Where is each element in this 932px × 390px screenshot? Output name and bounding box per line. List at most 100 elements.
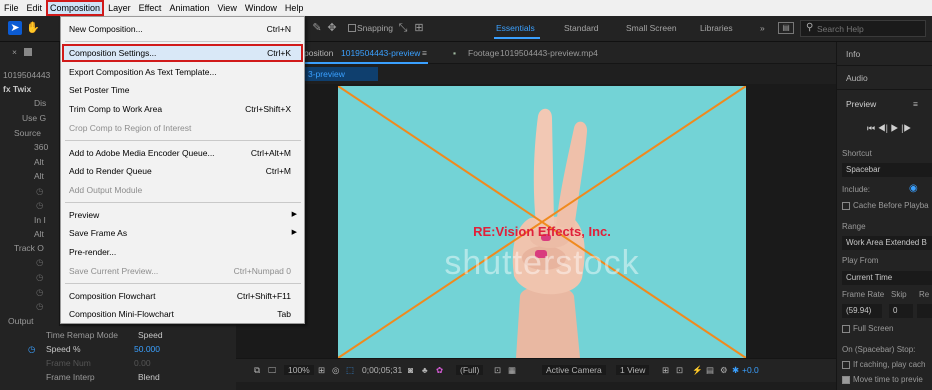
puppet-tool-icon[interactable]: ✥ [325,21,339,35]
cache-before-playback-checkbox[interactable]: Cache Before Playba [842,201,929,210]
footage-tab-name[interactable]: 1019504443-preview.mp4 [500,48,598,58]
workspace-essentials[interactable]: Essentials [496,23,535,33]
3d-renderer-icon[interactable]: ⊡ [676,365,683,376]
panel-menu-icon[interactable]: ≡ [913,99,918,109]
selection-tool-icon[interactable]: ➤ [8,21,22,35]
grid-icon[interactable]: ⊞ [318,365,325,376]
menu-item-set-poster-time[interactable]: Set Poster Time [62,81,303,99]
comp-breadcrumb[interactable]: 3-preview [304,67,378,81]
snap-icon[interactable]: ⤡ [396,21,410,35]
menu-item-composition-flowchart[interactable]: Composition Flowchart Ctrl+Shift+F11 [62,287,303,305]
shortcut-dropdown[interactable]: Spacebar [842,163,932,177]
search-help-input[interactable] [817,22,923,35]
next-frame-icon[interactable]: |▶ [901,123,911,133]
menu-item-add-media-encoder[interactable]: Add to Adobe Media Encoder Queue... Ctrl+… [62,144,303,162]
keyframe-icon[interactable]: ◷ [28,342,35,356]
play-from-dropdown[interactable]: Current Time [842,271,932,285]
workspace-small-screen[interactable]: Small Screen [626,23,677,33]
flowchart-icon[interactable]: ⚙ [720,365,728,376]
menu-layer[interactable]: Layer [104,0,135,16]
play-icon[interactable]: ▶ [891,123,899,133]
range-dropdown[interactable]: Work Area Extended B [842,236,932,250]
menu-edit[interactable]: Edit [23,0,47,16]
workspace-libraries[interactable]: Libraries [700,23,733,33]
workspace-standard[interactable]: Standard [564,23,599,33]
show-snapshot-icon[interactable]: ♣ [422,365,428,375]
monitor-icon[interactable]: 🖵 [268,365,276,376]
move-time-checkbox[interactable]: Move time to previe [842,375,923,384]
comp-tab-label[interactable]: position [304,48,333,58]
resolution-dropdown[interactable]: (Full) [456,365,484,375]
timeline-icon[interactable]: ▤ [706,365,714,376]
info-label: Info [846,49,861,59]
mask-icon[interactable]: ◎ [332,365,339,376]
tab-menu-icon[interactable]: ≡ [422,48,427,58]
snap-options-icon[interactable]: ⊞ [412,21,426,35]
stopwatch-icon[interactable]: ◷ [36,185,43,198]
exposure-icon[interactable]: ✱ [732,365,739,376]
zoom-dropdown[interactable]: 100% [284,365,314,375]
panel-menu-icon[interactable] [24,48,32,56]
menu-item-preview[interactable]: Preview ▶ [62,206,303,224]
panel-close-icon[interactable]: × [12,46,17,59]
menu-animation[interactable]: Animation [165,0,213,16]
menu-file[interactable]: File [0,0,23,16]
exposure-value[interactable]: +0.0 [742,365,759,375]
roi-icon[interactable]: ⊡ [494,365,501,376]
menu-window[interactable]: Window [241,0,281,16]
resolution-dropdown-small[interactable] [917,304,932,318]
menu-item-trim-comp[interactable]: Trim Comp to Work Area Ctrl+Shift+X [62,100,303,118]
snapshot-icon[interactable]: ◙ [408,365,413,375]
stopwatch-icon[interactable]: ◷ [36,199,43,212]
transparency-grid-icon[interactable]: ▦ [508,365,516,376]
camera-dropdown[interactable]: Active Camera [542,365,606,375]
workspace-overflow[interactable]: » [760,23,765,33]
fast-preview-icon[interactable]: ⚡ [692,365,703,376]
stopwatch-icon[interactable]: ◷ [36,271,43,284]
prev-frame-icon[interactable]: ◀| [878,123,888,133]
region-icon[interactable]: ⬚ [346,365,354,376]
skip-dropdown[interactable]: 0 [889,304,913,318]
menu-item-add-render-queue[interactable]: Add to Render Queue Ctrl+M [62,162,303,180]
menu-item-composition-settings[interactable]: Composition Settings... Ctrl+K [62,44,303,62]
audio-panel-header[interactable]: Audio [837,66,932,90]
menu-item-new-composition[interactable]: New Composition... Ctrl+N [62,20,303,38]
footage-tab-label[interactable]: Footage [468,48,499,58]
stopwatch-icon[interactable]: ◷ [36,300,43,313]
prop-value-dropdown[interactable]: Blend [138,370,160,384]
menu-item-save-frame-as[interactable]: Save Frame As ▶ [62,224,303,242]
frame-rate-dropdown[interactable]: (59.94) [842,304,882,318]
comp-tab-name[interactable]: 1019504443-preview [341,48,420,58]
hand-tool-icon[interactable]: ✋ [26,21,40,35]
stopwatch-icon[interactable]: ◷ [36,286,43,299]
video-include-icon[interactable]: ◉ [909,183,918,194]
info-panel-header[interactable]: Info [837,42,932,66]
stopwatch-icon[interactable]: ◷ [36,256,43,269]
menu-help[interactable]: Help [281,0,308,16]
menu-item-pre-render[interactable]: Pre-render... [62,243,303,261]
toggle-pixel-icon[interactable]: ⊞ [662,365,669,376]
views-dropdown[interactable]: 1 View [616,365,650,375]
menu-effect[interactable]: Effect [135,0,166,16]
menu-view[interactable]: View [213,0,240,16]
param-group-source[interactable]: Source [14,127,41,140]
always-preview-icon[interactable]: ⧉ [254,365,260,376]
prop-value[interactable]: 50.000 [134,342,160,356]
full-screen-checkbox[interactable]: Full Screen [842,324,893,333]
effect-twixtor[interactable]: fx Twix [3,83,31,96]
menu-composition[interactable]: Composition [46,0,105,16]
if-caching-checkbox[interactable]: If caching, play cach [842,360,925,369]
first-frame-icon[interactable]: ⏮ [867,123,875,133]
sync-settings-icon[interactable]: ▤ [778,22,794,34]
param-group-track[interactable]: Track O [14,242,44,255]
composition-viewer[interactable]: RE:Vision Effects, Inc. shutterstock [236,84,836,358]
menu-item-export-text-template[interactable]: Export Composition As Text Template... [62,63,303,81]
preview-panel-header[interactable]: Preview ≡ [837,92,932,116]
menu-item-save-current-preview: Save Current Preview... Ctrl+Numpad 0 [62,262,303,280]
menu-item-composition-mini-flowchart[interactable]: Composition Mini-Flowchart Tab [62,305,303,323]
timecode[interactable]: 0;00;05;31 [362,365,402,375]
pin-tool-icon[interactable]: ✎ [310,21,324,35]
prop-value-dropdown[interactable]: Speed [138,328,163,342]
menu-item-shortcut: Ctrl+K [267,48,291,58]
color-channel-icon[interactable]: ✿ [436,365,443,376]
